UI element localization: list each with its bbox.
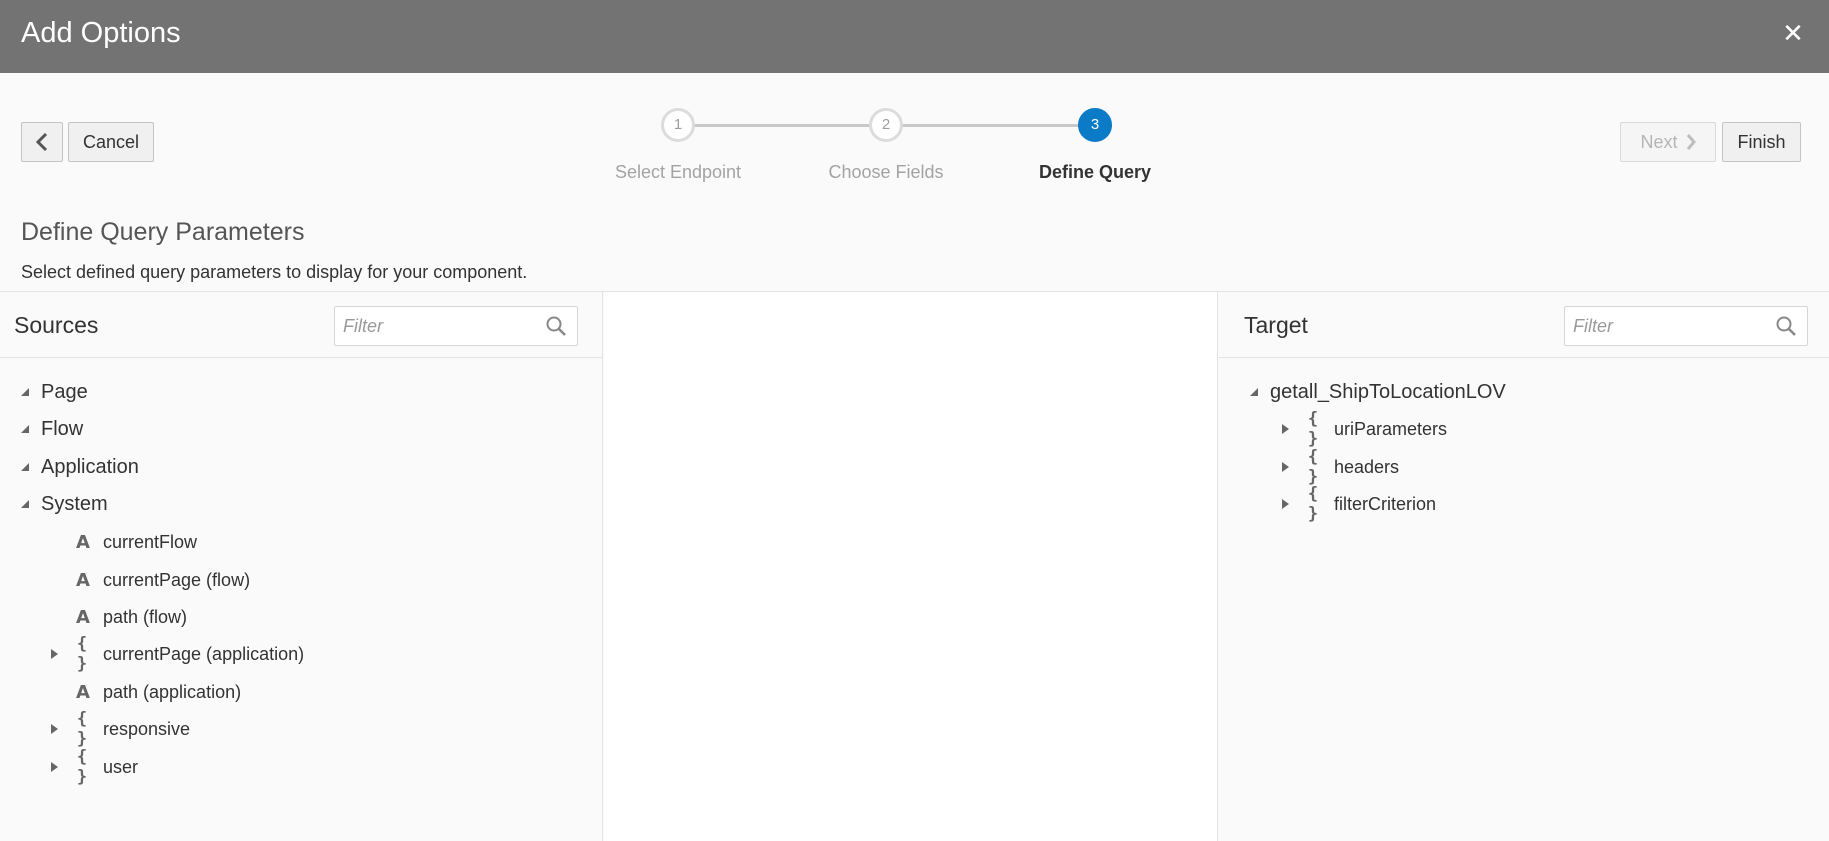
dialog-title: Add Options [21,17,181,49]
chevron-right-icon [1686,134,1696,150]
tree-item-label: path (flow) [103,606,188,627]
section-title: Define Query Parameters [21,218,305,246]
target-filter-input[interactable] [1573,314,1765,338]
next-button[interactable]: Next [1620,122,1716,162]
step-connector [902,124,1079,127]
step-connector [694,124,870,127]
tree-item-current-page-application[interactable]: { } currentPage (application) [47,634,305,674]
tree-item-label: headers [1334,456,1400,477]
string-type-icon: A [76,681,90,703]
tree-item-page[interactable]: Page [18,377,88,407]
back-button[interactable] [21,122,63,162]
tree-item-label: filterCriterion [1334,493,1437,514]
tree-item-label: path (application) [103,681,242,702]
tree-item-current-flow[interactable]: A currentFlow [72,527,197,557]
target-filter [1564,306,1808,346]
tree-item-system[interactable]: System [18,489,108,519]
string-type-icon: A [76,569,90,591]
tree-item-label: currentFlow [103,531,198,552]
sources-filter-input[interactable] [343,314,535,338]
step-2-label[interactable]: Choose Fields [786,162,986,183]
triangle-expanded-icon[interactable] [18,497,32,511]
tree-item-responsive[interactable]: { } responsive [47,709,191,749]
triangle-expanded-icon[interactable] [18,385,32,399]
tree-item-uri-parameters[interactable]: { } uriParameters [1278,409,1448,449]
triangle-expanded-icon[interactable] [1247,385,1261,399]
tree-item-application[interactable]: Application [18,452,139,482]
next-label: Next [1640,131,1678,152]
tree-item-label: Page [41,380,88,403]
dialog-titlebar: Add Options ✕ [0,0,1829,73]
sources-filter [334,306,578,346]
tree-item-label: currentPage (flow) [103,569,251,590]
step-2-indicator[interactable]: 2 [869,108,903,142]
triangle-collapsed-icon[interactable] [1278,497,1292,511]
tree-item-label: responsive [103,718,191,739]
tree-item-label: getall_ShipToLocationLOV [1270,380,1506,403]
target-panel: Target getall_ShipToLocationLOV { } uriP… [1219,292,1829,841]
step-3-indicator[interactable]: 3 [1078,108,1112,142]
tree-item-label: System [41,492,108,515]
string-type-icon: A [76,606,90,628]
close-icon[interactable]: ✕ [1781,20,1805,46]
triangle-collapsed-icon[interactable] [47,760,61,774]
tree-item-label: Flow [41,417,84,440]
triangle-collapsed-icon[interactable] [1278,422,1292,436]
search-icon[interactable] [1775,315,1797,337]
step-1-indicator[interactable]: 1 [661,108,695,142]
triangle-expanded-icon[interactable] [18,422,32,436]
tree-item-label: Application [41,455,139,478]
object-type-icon: { } [76,634,90,674]
cancel-button[interactable]: Cancel [68,122,154,162]
triangle-collapsed-icon[interactable] [47,722,61,736]
triangle-collapsed-icon[interactable] [1278,460,1292,474]
tree-item-path-application[interactable]: A path (application) [72,677,241,707]
tree-item-flow[interactable]: Flow [18,414,83,444]
tree-item-current-page-flow[interactable]: A currentPage (flow) [72,565,250,595]
section-description: Select defined query parameters to displ… [21,262,528,282]
object-type-icon: { } [1307,447,1321,487]
target-title: Target [1244,312,1308,338]
tree-item-filter-criterion[interactable]: { } filterCriterion [1278,484,1437,524]
tree-item-label: user [103,756,139,777]
string-type-icon: A [76,531,90,553]
step-1-label[interactable]: Select Endpoint [578,162,778,183]
sources-title: Sources [14,312,99,338]
object-type-icon: { } [76,709,90,749]
triangle-collapsed-icon[interactable] [47,647,61,661]
sources-header: Sources [0,292,602,358]
tree-item-label: uriParameters [1334,418,1448,439]
step-3-label[interactable]: Define Query [995,162,1195,183]
tree-item-root[interactable]: getall_ShipToLocationLOV [1247,377,1506,407]
object-type-icon: { } [1307,409,1321,449]
finish-button[interactable]: Finish [1722,122,1801,162]
tree-item-label: currentPage (application) [103,643,305,664]
tree-item-headers[interactable]: { } headers [1278,447,1400,487]
mapping-canvas[interactable] [604,292,1218,841]
triangle-expanded-icon[interactable] [18,460,32,474]
tree-item-user[interactable]: { } user [47,747,139,787]
target-header: Target [1219,292,1829,358]
sources-panel: Sources Page Flow Application System A c… [0,292,603,841]
tree-item-path-flow[interactable]: A path (flow) [72,602,187,632]
object-type-icon: { } [76,747,90,787]
object-type-icon: { } [1307,484,1321,524]
chevron-left-icon [36,132,48,152]
search-icon[interactable] [545,315,567,337]
